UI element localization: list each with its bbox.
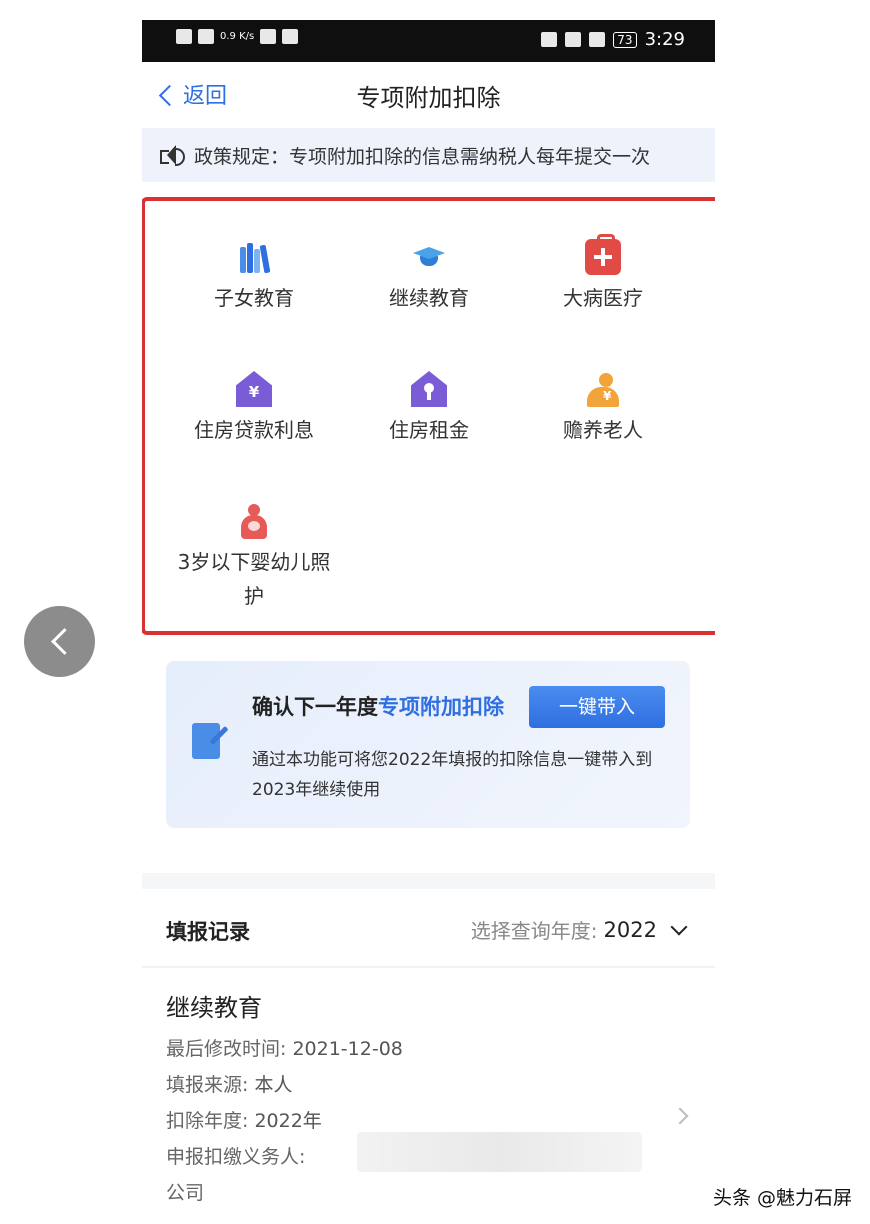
notification-icon [260,29,277,44]
record-row: 最后修改时间: 2021-12-08 [166,1038,403,1060]
category-label: 3岁以下婴幼儿照护 [177,550,331,608]
alarm-icon [565,32,582,47]
category-grid: 子女教育 继续教育 大病医疗 ¥ 住房贷款利息 住房租金 ¥ 赡养老人 3岁以下… [142,197,715,635]
phone-screen: 0.9 K/s 73 3:29 返回 专项附加扣除 政策规定：专项附加扣除的信息… [142,20,715,1224]
baby-care-icon [236,503,272,539]
house-yuan-icon: ¥ [236,371,272,407]
category-label: 大病医疗 [563,286,643,310]
category-label: 住房贷款利息 [194,418,314,442]
chevron-down-icon [670,918,688,936]
section-divider [142,873,715,889]
chevron-right-icon [671,1107,689,1125]
category-label: 继续教育 [389,286,469,310]
app-icon [282,29,299,44]
one-key-title: 确认下一年度专项附加扣除 [252,691,504,721]
category-label: 赡养老人 [563,418,643,442]
books-icon [236,239,272,275]
year-select-label: 选择查询年度: [470,919,598,943]
year-select-value: 2022 [603,917,657,942]
category-serious-illness[interactable]: 大病医疗 [508,234,698,315]
one-key-import-button[interactable]: 一键带入 [529,686,665,728]
speaker-icon [160,144,185,166]
category-children-education[interactable]: 子女教育 [159,239,349,315]
signal-icon [176,29,192,44]
chevron-left-icon [51,628,78,655]
side-back-button[interactable] [24,606,95,677]
medical-kit-icon [585,234,621,275]
one-key-title-highlight: 专项附加扣除 [378,695,504,719]
year-select[interactable]: 选择查询年度: 2022 [470,915,688,944]
record-row: 填报来源: 本人 [166,1074,293,1096]
nav-bar: 返回 专项附加扣除 [142,62,715,126]
category-label: 子女教育 [214,286,294,310]
redacted-area [357,1132,642,1172]
nfc-icon [541,32,558,47]
watermark: 头条 @魅力石屏 [712,1187,852,1209]
record-item[interactable]: 继续教育 最后修改时间: 2021-12-08 填报来源: 本人 扣除年度: 2… [142,980,715,1210]
clock: 3:29 [644,29,685,50]
status-bar: 0.9 K/s 73 3:29 [142,20,715,62]
policy-banner: 政策规定：专项附加扣除的信息需纳税人每年提交一次 [142,128,715,182]
network-speed: 0.9 K/s [220,30,255,42]
record-name: 继续教育 [166,994,262,1022]
policy-text: 政策规定：专项附加扣除的信息需纳税人每年提交一次 [194,145,651,168]
record-row: 扣除年度: 2022年 [166,1110,322,1132]
record-row: 申报扣缴义务人: [166,1146,306,1168]
records-header: 填报记录 选择查询年度: 2022 [142,900,715,960]
category-housing-loan-interest[interactable]: ¥ 住房贷款利息 [159,371,349,447]
battery-level: 73 [613,31,637,48]
category-elderly-support[interactable]: ¥ 赡养老人 [508,371,698,447]
edit-document-icon [192,723,220,759]
mute-icon [589,32,606,47]
category-label: 住房租金 [389,418,469,442]
wifi-icon [198,29,214,44]
header-separator [142,966,715,968]
one-key-title-prefix: 确认下一年度 [252,695,378,719]
page-title: 专项附加扣除 [356,84,501,112]
house-key-icon [411,371,447,407]
category-housing-rent[interactable]: 住房租金 [334,371,524,447]
one-key-import-card: 确认下一年度专项附加扣除 一键带入 通过本功能可将您2022年填报的扣除信息一键… [166,661,690,828]
records-title: 填报记录 [166,920,250,944]
record-company: 公司 [166,1182,205,1204]
category-infant-care[interactable]: 3岁以下婴幼儿照护 [159,503,349,613]
graduation-cap-icon [411,239,447,275]
category-continuing-education[interactable]: 继续教育 [334,239,524,315]
one-key-description: 通过本功能可将您2022年填报的扣除信息一键带入到2023年继续使用 [252,750,653,800]
elder-icon: ¥ [585,371,621,407]
